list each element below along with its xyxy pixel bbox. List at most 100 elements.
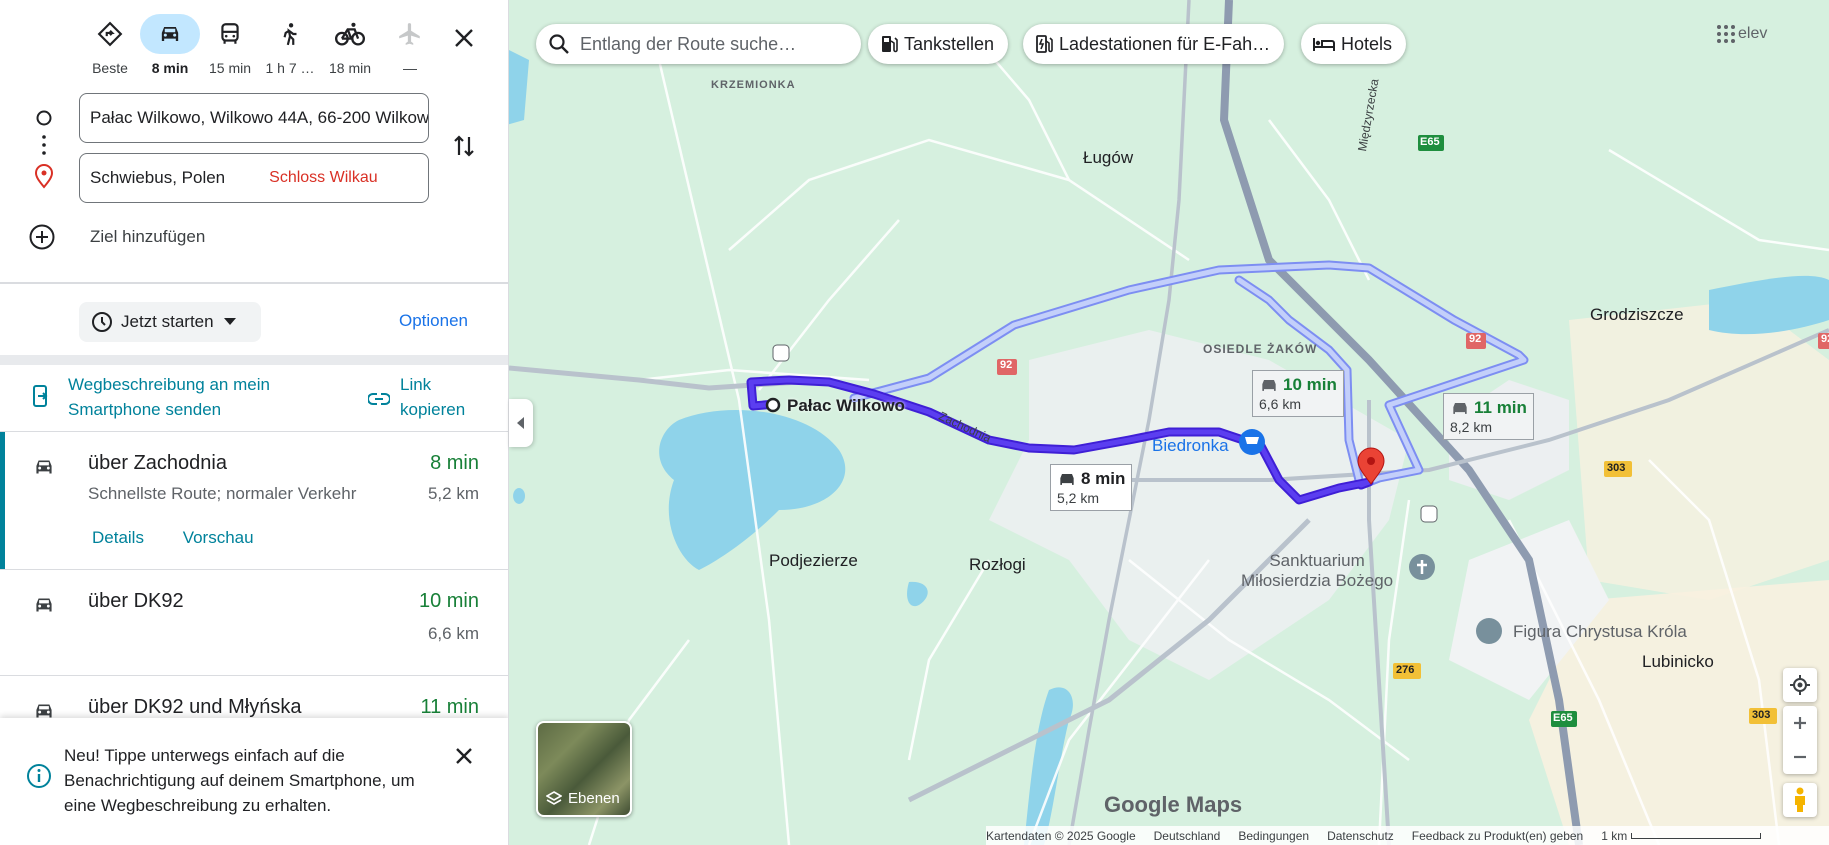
footer-copyright: Kartendaten © 2025 Google	[986, 828, 1136, 843]
chip-label: Ladestationen für E-Fah…	[1059, 33, 1271, 54]
destination-value: Schwiebus, Polen	[90, 168, 226, 187]
car-icon	[36, 460, 52, 474]
footer-privacy[interactable]: Datenschutz	[1327, 829, 1394, 843]
info-icon	[27, 764, 51, 788]
road-shield: 92	[1000, 359, 1013, 371]
route-search-bar[interactable]	[536, 24, 861, 64]
route-option-2[interactable]: über DK92 10 min 6,6 km	[0, 569, 508, 675]
send-to-phone-label: Wegbeschreibung an mein Smartphone sende…	[68, 375, 270, 419]
car-icon	[36, 598, 52, 612]
mode-walk[interactable]: 1 h 7 …	[260, 14, 320, 76]
plus-icon	[1794, 717, 1806, 729]
route-option-1[interactable]: über Zachodnia Schnellste Route; normale…	[0, 431, 508, 569]
callout-distance: 5,2 km	[1057, 490, 1100, 506]
chip-hotels[interactable]: Hotels	[1301, 24, 1407, 64]
mode-label: 1 h 7 …	[265, 60, 315, 76]
search-icon	[549, 34, 569, 54]
layers-label: Ebenen	[568, 790, 620, 807]
close-icon	[455, 29, 473, 47]
close-directions-button[interactable]	[448, 22, 480, 54]
place-label: Podjezierze	[769, 551, 858, 570]
place-label: KRZEMIONKA	[711, 79, 796, 91]
car-icon	[1262, 380, 1276, 391]
google-maps-logo: Google Maps	[1104, 792, 1242, 818]
origin-value: Pałac Wilkowo, Wilkowo 44A, 66-200 Wilko…	[90, 108, 429, 127]
zoom-in-button[interactable]	[1783, 706, 1817, 740]
mode-label: Beste	[92, 60, 128, 76]
travel-mode-bar: Beste 8 min 15 min 1 h 7 … 18 min —	[80, 14, 440, 76]
route-distance: 6,6 km	[427, 624, 479, 643]
map-footer: Kartendaten © 2025 Google Deutschland Be…	[986, 826, 1829, 845]
chip-ev-charging[interactable]: Ladestationen für E-Fah…	[1023, 24, 1285, 64]
footer-region[interactable]: Deutschland	[1154, 829, 1221, 843]
route-distance: 5,2 km	[427, 484, 479, 503]
scale-label[interactable]: 1 km	[1601, 829, 1627, 843]
google-apps-button[interactable]: elev	[1716, 24, 1767, 44]
origin-marker	[765, 397, 781, 413]
mode-best[interactable]: Beste	[80, 14, 140, 76]
my-location-icon	[1790, 675, 1810, 695]
layers-button[interactable]: Ebenen	[536, 721, 632, 817]
mode-label: 8 min	[151, 60, 189, 76]
callout-time: 8 min	[1081, 469, 1126, 488]
destination-input[interactable]: Schwiebus, Polen Schloss Wilkau	[79, 153, 429, 203]
send-to-phone-button[interactable]: Wegbeschreibung an mein Smartphone sende…	[32, 372, 308, 422]
car-icon	[1060, 474, 1074, 485]
place-label: Lubinicko	[1642, 652, 1714, 671]
brand-text: Google Maps	[1104, 792, 1243, 817]
zoom-out-button[interactable]	[1783, 740, 1817, 774]
route-callout-alt-2[interactable]: 11 min 8,2 km	[1443, 393, 1534, 440]
road-shield: 303	[1752, 709, 1771, 721]
road-shield: 92	[1821, 333, 1829, 345]
add-destination-button[interactable]: Ziel hinzufügen	[28, 223, 205, 251]
callout-time: 10 min	[1283, 375, 1337, 394]
road-shield: E65	[1420, 136, 1440, 148]
depart-label: Jetzt starten	[121, 312, 214, 331]
mode-transit[interactable]: 15 min	[200, 14, 260, 76]
destination-pin-icon	[34, 164, 54, 189]
route-callout-primary[interactable]: 8 min 5,2 km	[1050, 464, 1133, 511]
mode-car[interactable]: 8 min	[140, 14, 200, 76]
preview-link[interactable]: Vorschau	[183, 528, 254, 547]
mode-bike[interactable]: 18 min	[320, 14, 380, 76]
footer-feedback[interactable]: Feedback zu Produkt(en) geben	[1412, 829, 1583, 843]
divider	[0, 355, 508, 365]
options-button[interactable]: Optionen	[399, 311, 468, 331]
notification-banner: Neu! Tippe unterwegs einfach auf die Ben…	[0, 718, 508, 845]
link-icon	[368, 393, 390, 405]
apps-grid-icon	[1717, 25, 1735, 43]
route-search-input[interactable]	[580, 33, 840, 55]
send-to-phone-icon	[33, 385, 48, 407]
car-icon	[161, 27, 179, 41]
divider	[0, 282, 508, 284]
scale-bar	[1631, 832, 1762, 839]
pegman-icon	[1795, 787, 1805, 812]
street-view-pegman[interactable]	[1783, 783, 1817, 817]
transit-stop-icon	[1420, 505, 1438, 523]
copy-link-button[interactable]: Link kopieren	[368, 372, 480, 422]
close-icon	[456, 748, 472, 764]
clock-icon	[92, 312, 112, 332]
poi-label: Sanktuarium Miłosierdzia Bożego	[1241, 551, 1394, 590]
hotel-icon	[1313, 38, 1335, 51]
mode-flight[interactable]: —	[380, 14, 440, 76]
caret-down-icon	[223, 318, 236, 325]
my-location-button[interactable]	[1783, 668, 1817, 702]
collapse-panel-button[interactable]	[509, 399, 533, 447]
route-time: 10 min	[418, 590, 479, 612]
place-label: Rozłogi	[969, 555, 1026, 574]
destination-hint: Schloss Wilkau	[269, 169, 378, 186]
map-base-layer	[509, 0, 1829, 845]
footer-terms[interactable]: Bedingungen	[1238, 829, 1309, 843]
chip-gas-stations[interactable]: Tankstellen	[868, 24, 1009, 64]
origin-input[interactable]: Pałac Wilkowo, Wilkowo 44A, 66-200 Wilko…	[79, 93, 429, 143]
map-canvas[interactable]: 92 92 92 E65 E65 303 276 303 KRZEMIONKA …	[509, 0, 1829, 845]
route-callout-alt-1[interactable]: 10 min 6,6 km	[1252, 370, 1344, 417]
swap-waypoints-button[interactable]	[448, 130, 480, 162]
chevron-left-icon	[517, 417, 524, 429]
dismiss-notification-button[interactable]	[448, 740, 480, 772]
callout-distance: 8,2 km	[1450, 419, 1493, 435]
details-link[interactable]: Details	[92, 528, 144, 547]
depart-time-dropdown[interactable]: Jetzt starten	[79, 302, 261, 342]
mode-label: —	[403, 60, 417, 76]
